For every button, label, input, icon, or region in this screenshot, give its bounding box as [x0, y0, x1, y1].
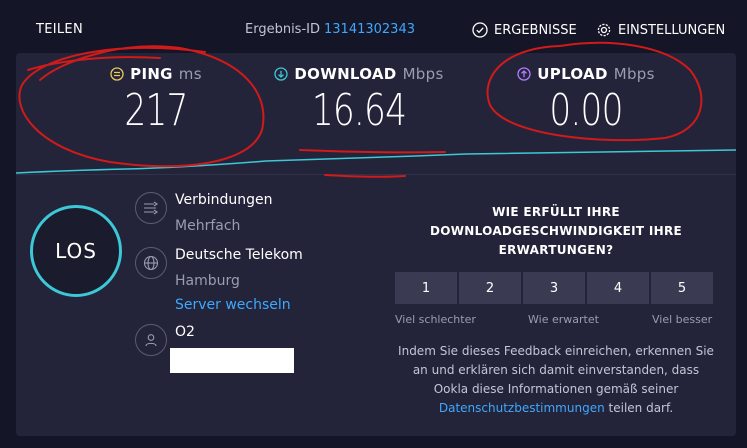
- feedback-note: Indem Sie dieses Feedback einreichen, er…: [394, 342, 718, 418]
- top-bar: TEILEN Ergebnis-ID 13141302343 ERGEBNISSE…: [0, 0, 747, 56]
- server-city: Hamburg: [175, 273, 240, 289]
- rating-2-button[interactable]: 2: [459, 272, 521, 304]
- ping-icon: [110, 67, 124, 81]
- connections-icon: [135, 192, 167, 224]
- settings-label: EINSTELLUNGEN: [618, 22, 726, 38]
- upload-value: 0.00: [549, 85, 623, 136]
- server-name: Deutsche Telekom: [175, 247, 303, 263]
- upload-icon: [517, 67, 531, 81]
- gear-icon: [597, 23, 611, 37]
- ping-unit: ms: [178, 65, 202, 83]
- upload-label: UPLOAD: [537, 65, 608, 83]
- download-unit: Mbps: [402, 65, 444, 83]
- scale-high-label: Viel besser: [652, 313, 713, 326]
- feedback-question: WIE ERFÜLLT IHRE DOWNLOADGESCHWINDIGKEIT…: [429, 205, 682, 257]
- download-metric: DOWNLOAD Mbps 16.64: [274, 65, 444, 133]
- speedtest-panel: PING ms 217 DOWNLOAD Mbps 16.64 UPLOAD M…: [16, 53, 736, 436]
- rating-3-button[interactable]: 3: [523, 272, 585, 304]
- ping-metric: PING ms 217: [96, 65, 216, 133]
- download-icon: [274, 67, 289, 81]
- redacted-ip-box: [170, 348, 294, 373]
- scale-low-label: Viel schlechter: [395, 313, 476, 326]
- download-label: DOWNLOAD: [294, 65, 397, 83]
- result-id: Ergebnis-ID 13141302343: [245, 22, 415, 37]
- rating-1-button[interactable]: 1: [395, 272, 457, 304]
- go-button[interactable]: LOS: [30, 205, 122, 297]
- globe-icon: [135, 247, 167, 279]
- change-server-link[interactable]: Server wechseln: [175, 297, 291, 313]
- share-button[interactable]: TEILEN: [36, 22, 83, 37]
- settings-link[interactable]: EINSTELLUNGEN: [596, 22, 725, 38]
- note-text: Indem Sie dieses Feedback einreichen, er…: [398, 344, 714, 396]
- provider-name: O2: [175, 324, 195, 340]
- ping-label: PING: [130, 65, 173, 83]
- ping-value: 217: [124, 85, 188, 136]
- rating-4-button[interactable]: 4: [587, 272, 649, 304]
- result-id-label: Ergebnis-ID: [245, 22, 320, 37]
- privacy-link[interactable]: Datenschutzbestimmungen: [439, 401, 605, 415]
- upload-metric: UPLOAD Mbps 0.00: [506, 65, 666, 133]
- results-link[interactable]: ERGEBNISSE: [472, 22, 577, 38]
- connections-value: Mehrfach: [175, 218, 241, 234]
- result-id-link[interactable]: 13141302343: [324, 22, 415, 37]
- panel-divider: [16, 174, 736, 175]
- user-icon: [135, 324, 167, 356]
- scale-mid-label: Wie erwartet: [528, 313, 599, 326]
- upload-unit: Mbps: [613, 65, 655, 83]
- rating-scale: 1 2 3 4 5: [395, 272, 713, 304]
- speed-graph: [16, 149, 736, 174]
- download-value: 16.64: [311, 85, 407, 136]
- results-label: ERGEBNISSE: [494, 22, 577, 38]
- check-circle-icon: [472, 22, 488, 38]
- connections-label: Verbindungen: [175, 192, 273, 208]
- note-tail: teilen darf.: [608, 401, 674, 415]
- rating-5-button[interactable]: 5: [651, 272, 713, 304]
